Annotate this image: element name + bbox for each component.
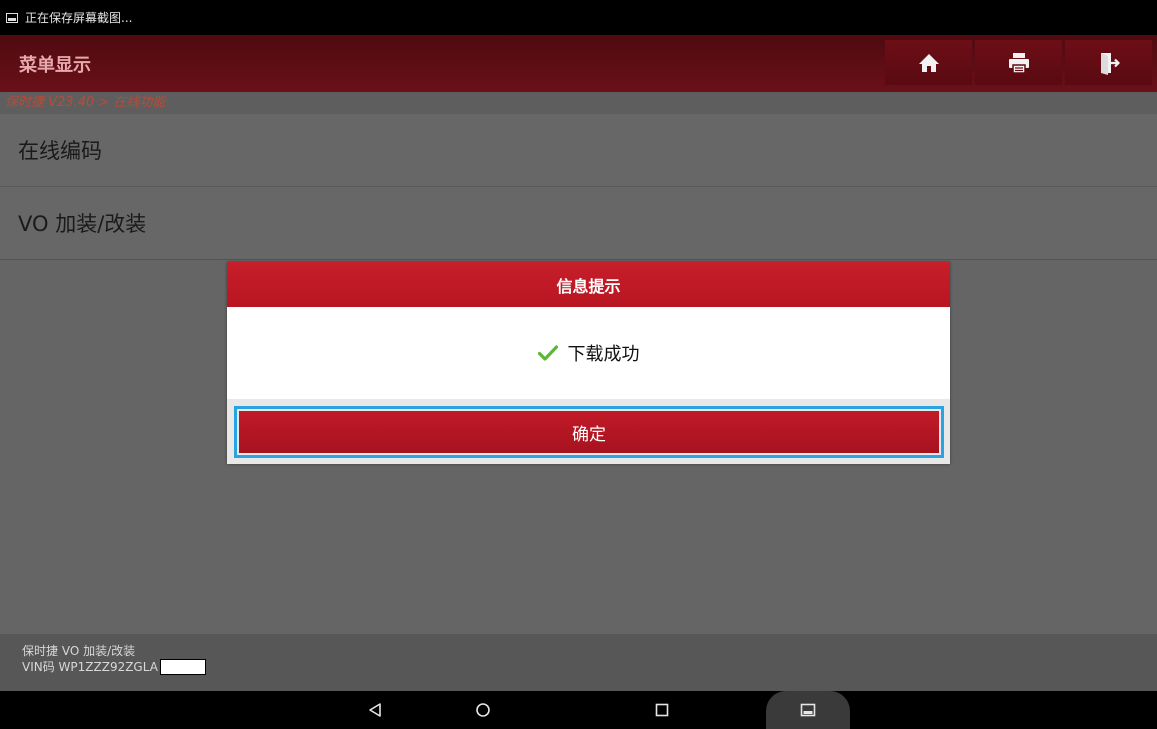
dialog-body: 下载成功 (227, 307, 950, 399)
footer-vin-row: VIN码 WP1ZZZ92ZGLA (22, 659, 1157, 675)
footer-vin-label: VIN码 WP1ZZZ92ZGLA (22, 660, 158, 674)
vin-redaction-box (159, 659, 206, 675)
dialog-footer: 确定 (227, 399, 950, 464)
printer-icon (1008, 52, 1029, 74)
status-text: 正在保存屏幕截图... (25, 11, 133, 25)
exit-icon (1100, 52, 1120, 75)
toolbar (885, 40, 1152, 85)
dialog-title: 信息提示 (227, 262, 950, 307)
status-bar: 正在保存屏幕截图... (0, 0, 1157, 35)
footer-vehicle-label: 保时捷 VO 加装/改装 (22, 644, 136, 658)
menu-item-vo-retrofit[interactable]: VO 加装/改装 (0, 187, 1157, 260)
home-nav-button[interactable] (463, 691, 503, 729)
android-nav-bar (0, 691, 1157, 729)
breadcrumb: 保时捷 V23.40 > 在线功能 (0, 92, 1157, 114)
footer-info: 保时捷 VO 加装/改装 VIN码 WP1ZZZ92ZGLA (0, 634, 1157, 691)
square-recents-icon (655, 703, 669, 717)
ok-button-label: 确定 (239, 411, 939, 453)
recents-button[interactable] (642, 691, 682, 729)
back-button[interactable] (355, 691, 395, 729)
exit-button[interactable] (1065, 40, 1152, 85)
menu-item-label: 在线编码 (18, 139, 102, 163)
dialog-message: 下载成功 (567, 344, 640, 365)
home-icon (918, 53, 939, 72)
ok-button[interactable]: 确定 (234, 406, 944, 458)
info-dialog: 信息提示 下载成功 确定 (227, 262, 950, 464)
screenshot-button[interactable] (766, 691, 850, 729)
menu-item-online-coding[interactable]: 在线编码 (0, 114, 1157, 187)
circle-home-icon (476, 703, 490, 717)
screenshot-icon (800, 703, 816, 717)
check-icon (537, 345, 558, 361)
print-button[interactable] (975, 40, 1062, 85)
page-title: 菜单显示 (19, 54, 91, 76)
menu-item-label: VO 加装/改装 (18, 212, 147, 236)
back-icon (369, 703, 381, 717)
title-bar: 菜单显示 (0, 35, 1157, 92)
home-button[interactable] (885, 40, 972, 85)
screenshot-icon (6, 12, 18, 23)
